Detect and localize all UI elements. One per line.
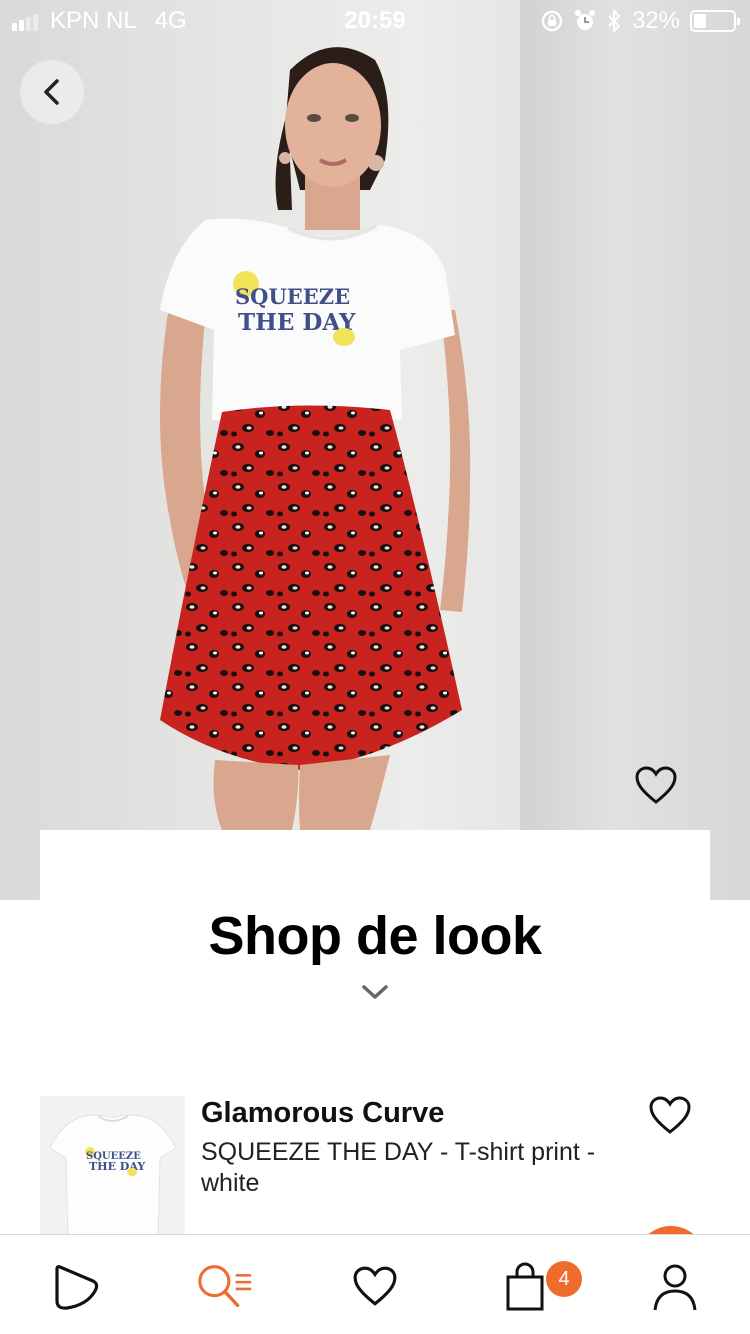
nav-home[interactable]: [45, 1259, 105, 1315]
profile-icon: [653, 1264, 697, 1311]
rotation-lock-icon: [541, 10, 563, 32]
product-brand[interactable]: Glamorous Curve: [201, 1097, 444, 1130]
section-title: Shop de look: [208, 906, 542, 966]
product-thumbnail[interactable]: SQUEEZE THE DAY: [40, 1096, 185, 1241]
tshirt-image: SQUEEZE THE DAY: [49, 1114, 177, 1241]
heart-icon[interactable]: [634, 764, 678, 808]
cart-icon: [506, 1262, 544, 1311]
home-icon: [55, 1265, 99, 1310]
nav-profile[interactable]: [645, 1259, 705, 1315]
bluetooth-icon: [608, 9, 621, 33]
chevron-left-icon: [44, 79, 59, 105]
battery-icon: [690, 10, 740, 32]
wishlist-icon: [353, 1266, 397, 1306]
thumb-print-line2: THE DAY: [89, 1160, 145, 1173]
cart-count-badge: 4: [546, 1261, 582, 1297]
chevron-down-icon[interactable]: [358, 980, 392, 1004]
alarm-icon: [574, 10, 595, 30]
back-button[interactable]: [20, 60, 84, 124]
status-bar: KPN NL 4G 20:59 32%: [0, 0, 750, 40]
shirt-print-line1: SQUEEZE: [235, 284, 350, 309]
nav-cart[interactable]: [495, 1259, 555, 1315]
content-card-top: [40, 830, 710, 910]
nav-wishlist[interactable]: [345, 1259, 405, 1315]
status-right: 32%: [540, 7, 740, 35]
bottom-navigation: 4: [0, 1234, 750, 1334]
heart-icon[interactable]: [648, 1094, 692, 1138]
nav-search[interactable]: [195, 1259, 255, 1315]
battery-percent: 32%: [631, 7, 680, 34]
search-icon: [198, 1265, 252, 1308]
product-name[interactable]: SQUEEZE THE DAY - T-shirt print - white: [201, 1137, 621, 1199]
